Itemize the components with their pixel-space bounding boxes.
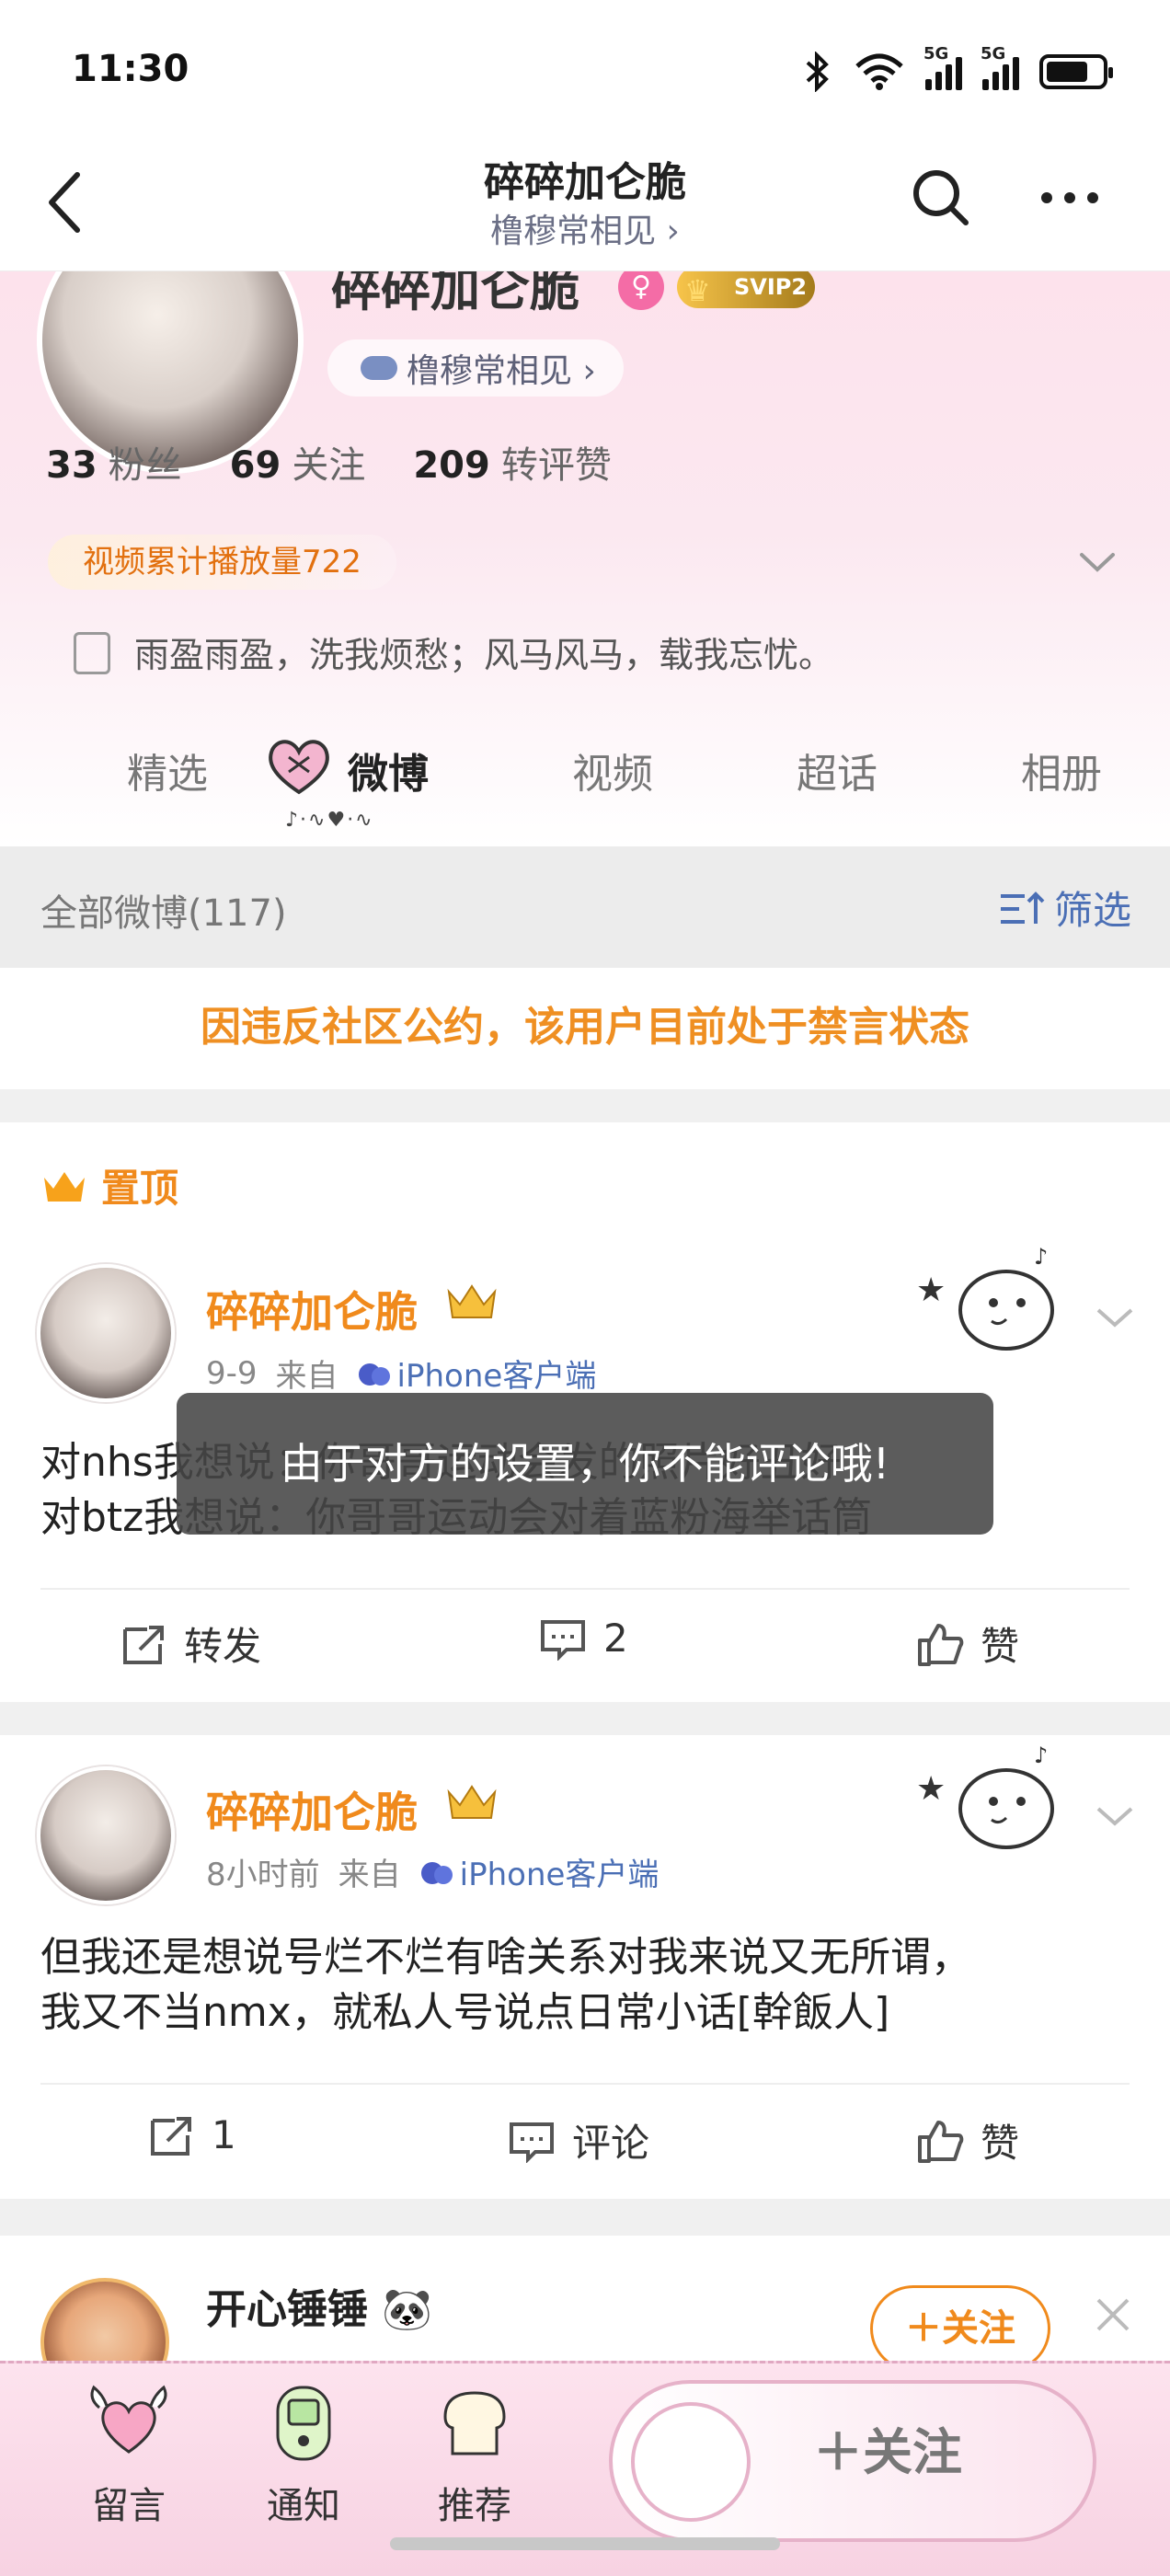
close-icon[interactable]	[1091, 2293, 1135, 2337]
section-separator	[0, 2199, 1170, 2236]
pinned-label: 置顶	[40, 1157, 178, 1213]
post-text-line2: 我又不当nmx，就私人号说点日常小话[幹飯人]	[40, 1989, 890, 2036]
repost-button[interactable]: 1	[147, 2112, 236, 2157]
post-divider	[40, 1588, 1130, 1590]
stat-fans[interactable]: 33 粉丝	[46, 435, 182, 489]
female-icon: ♀	[618, 271, 664, 310]
post-avatar[interactable]	[37, 1264, 175, 1402]
tab-video[interactable]: 视频	[572, 741, 653, 799]
wave-decoration: ♪·∿♥·∿	[285, 809, 374, 832]
chevron-down-icon[interactable]	[1076, 542, 1118, 584]
tab-weibo[interactable]: 微博	[348, 741, 429, 799]
supertopic-chip[interactable]: 橹穆常相见 ›	[327, 339, 624, 397]
nav-subtitle[interactable]: 橹穆常相见 ›	[0, 204, 1170, 252]
svg-text:♪: ♪	[1034, 1244, 1048, 1270]
signal-icon: 5G	[923, 44, 962, 90]
profile-stats: 33 粉丝 69 关注 209 转评赞	[46, 435, 612, 489]
follow-player-button[interactable]: ＋关注	[609, 2380, 1096, 2542]
tab-album[interactable]: 相册	[1021, 741, 1102, 799]
post-divider	[40, 2083, 1130, 2085]
section-separator	[0, 1702, 1170, 1735]
svg-text:★: ★	[916, 1770, 946, 1808]
recommend-button[interactable]: 推荐	[410, 2380, 539, 2529]
winged-heart-icon	[90, 2385, 167, 2454]
crown-badge-icon	[447, 1284, 497, 1318]
svg-text:♪: ♪	[1034, 1742, 1048, 1768]
comment-icon	[541, 1619, 585, 1661]
bluetooth-icon	[806, 52, 829, 92]
nav-bar: 碎碎加仑脆 橹穆常相见 ›	[0, 138, 1170, 271]
sort-icon	[1001, 891, 1045, 924]
svg-text:★: ★	[916, 1271, 946, 1309]
repost-button[interactable]: 转发	[120, 1616, 261, 1672]
ban-notice: 因违反社区公约，该用户目前处于禁言状态	[0, 968, 1170, 1089]
cloud-icon	[361, 356, 397, 380]
signal-icon-2: 5G	[981, 44, 1019, 90]
post-card: 碎碎加仑脆 8小时前 来自 iPhone客户端 ★ ♪ 但我还是想说号烂不烂有啥关…	[0, 1735, 1170, 2199]
filter-button[interactable]: 筛选	[997, 880, 1131, 936]
more-icon[interactable]	[1038, 175, 1102, 221]
crown-icon	[44, 1171, 85, 1202]
status-bar: 11:30 5G 5G	[0, 0, 1170, 138]
profile-name: 碎碎加仑脆	[331, 271, 579, 317]
blueberry-icon	[420, 1861, 453, 1884]
tab-featured[interactable]: 精选	[127, 741, 208, 799]
post-text-line1: 但我还是想说号烂不烂有啥关系对我来说又无所谓，	[40, 1934, 971, 1981]
toast-message: 由于对方的设置，你不能评论哦!	[177, 1393, 993, 1535]
cat-sticker-icon: ★♪	[916, 1742, 1054, 1849]
status-icons: 5G 5G	[802, 44, 1113, 92]
cat-sticker-icon: ★♪	[916, 1244, 1054, 1351]
post-meta: 9-9 来自 iPhone客户端	[206, 1354, 597, 1396]
battery-icon	[1039, 54, 1113, 89]
profile-tabs: 精选 微博 ♪·∿♥·∿ 视频 超话 相册	[0, 726, 1170, 832]
section-separator	[0, 1089, 1170, 1122]
status-time: 11:30	[72, 48, 189, 90]
thumbs-up-icon	[918, 2120, 964, 2163]
post-author[interactable]: 碎碎加仑脆	[206, 1279, 418, 1340]
thumbs-up-icon	[918, 1623, 964, 1666]
bottom-follow-label: ＋关注	[813, 2423, 962, 2481]
recommend-name[interactable]: 开心锤锤 🐼	[206, 2276, 432, 2335]
page-title: 碎碎加仑脆	[484, 159, 686, 206]
notification-button[interactable]: 通知	[239, 2380, 368, 2529]
comment-button[interactable]: 2	[539, 1616, 628, 1661]
document-icon	[74, 632, 110, 674]
chevron-down-icon[interactable]	[1093, 1798, 1137, 1834]
comment-button[interactable]: 评论	[508, 2112, 649, 2168]
video-play-badge[interactable]: 视频累计播放量722	[48, 535, 396, 590]
crown-badge-icon	[447, 1785, 497, 1819]
like-button[interactable]: 赞	[916, 1616, 1019, 1672]
like-button[interactable]: 赞	[916, 2112, 1019, 2168]
post-author[interactable]: 碎碎加仑脆	[206, 1779, 418, 1840]
crown-icon: ♛	[684, 273, 711, 308]
weibo-count: 全部微博(117)	[40, 892, 287, 935]
search-icon[interactable]	[909, 166, 973, 230]
comment-icon	[510, 2122, 554, 2163]
svip-badge[interactable]: ♛ SVIP2	[677, 271, 815, 308]
recommend-follow-button[interactable]: ＋关注	[870, 2285, 1050, 2372]
chevron-down-icon[interactable]	[1093, 1299, 1137, 1336]
repost-icon	[123, 1625, 164, 1664]
blueberry-icon	[358, 1363, 390, 1386]
post-avatar[interactable]	[37, 1766, 175, 1904]
post-meta: 8小时前 来自 iPhone客户端	[206, 1857, 660, 1893]
stat-interactions[interactable]: 209 转评赞	[413, 435, 612, 489]
bread-icon	[443, 2391, 506, 2455]
stat-following[interactable]: 69 关注	[230, 435, 366, 489]
gameboy-icon	[276, 2386, 331, 2461]
message-button[interactable]: 留言	[64, 2380, 193, 2529]
filter-bar: 全部微博(117) 筛选	[0, 846, 1170, 968]
wifi-icon	[855, 53, 903, 90]
home-indicator[interactable]	[390, 2537, 780, 2550]
profile-bio: 雨盈雨盈，洗我烦愁；风马风马，载我忘忧。	[134, 635, 834, 675]
heart-icon	[269, 740, 329, 795]
profile-header: 碎碎加仑脆 ♀ ♛ SVIP2 橹穆常相见 › 33 粉丝 69 关注 209 转评赞 …	[0, 271, 1170, 846]
tab-supertopic[interactable]: 超话	[797, 741, 878, 799]
repost-icon	[151, 2116, 191, 2156]
